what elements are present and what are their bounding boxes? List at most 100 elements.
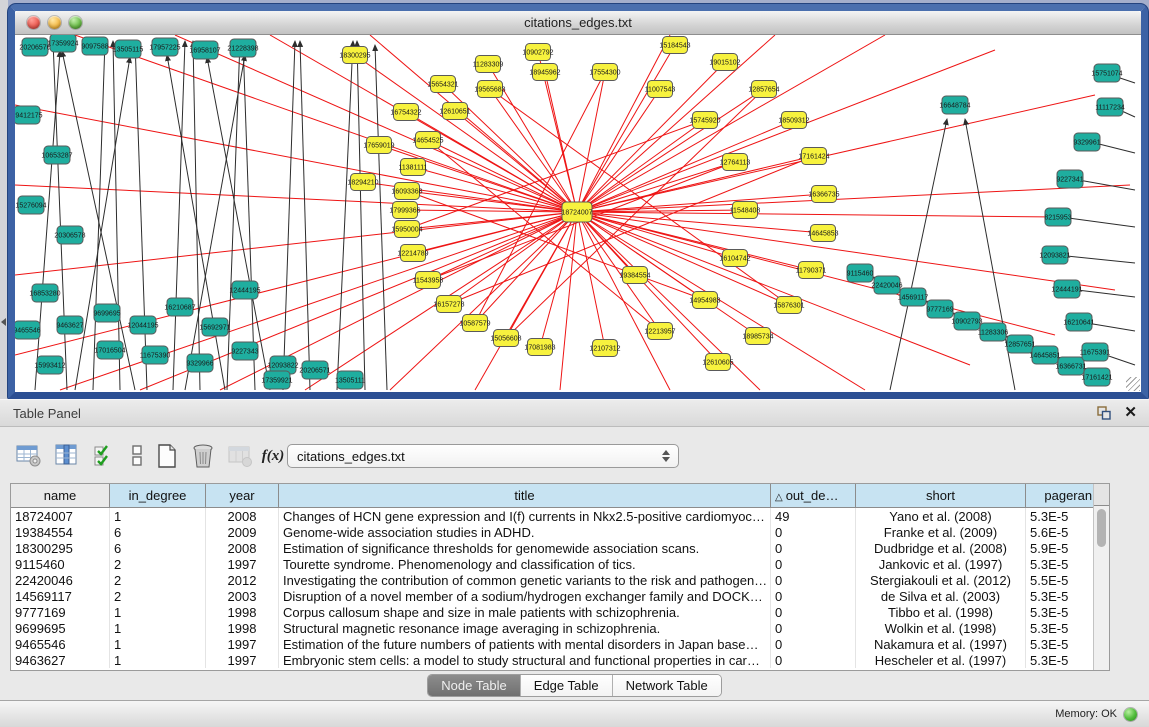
graph-node-paper[interactable]: 16210687 [164, 298, 195, 316]
table-cell[interactable]: 0 [771, 572, 856, 588]
graph-node-hub-paper[interactable]: 18724007 [561, 202, 592, 222]
graph-node-citing-paper[interactable]: 12610605 [702, 354, 733, 371]
graph-node-citing-paper[interactable]: 14645853 [807, 225, 838, 242]
table-cell[interactable]: 9699695 [11, 620, 110, 636]
table-cell[interactable]: Estimation of the future numbers of pati… [279, 636, 771, 652]
graph-node-paper[interactable]: 13505111 [335, 371, 365, 389]
graph-node-citing-paper[interactable]: 16157278 [433, 296, 464, 313]
graph-node-citing-paper[interactable]: 12764113 [720, 154, 751, 171]
graph-node-citing-paper[interactable]: 12857654 [748, 81, 779, 98]
table-row[interactable]: 1456911722003Disruption of a novel membe… [11, 588, 1110, 604]
table-cell[interactable]: 2003 [206, 588, 279, 604]
column-header-name[interactable]: name [11, 484, 110, 508]
table-cell[interactable]: 0 [771, 588, 856, 604]
table-cell[interactable]: 14569117 [11, 588, 110, 604]
graph-node-citing-paper[interactable]: 15056608 [490, 330, 521, 347]
table-cell[interactable]: 1 [110, 652, 206, 668]
table-cell[interactable]: Nakamura et al. (1997) [856, 636, 1026, 652]
panel-collapse-arrow-icon[interactable] [1, 318, 6, 326]
graph-node-citing-paper[interactable]: 15654321 [427, 76, 458, 93]
graph-node-paper[interactable]: 21228398 [227, 39, 258, 57]
table-row[interactable]: 1872400712008Changes of HCN gene express… [11, 508, 1110, 525]
table-cell[interactable]: Tibbo et al. (1998) [856, 604, 1026, 620]
table-cell[interactable]: 2008 [206, 540, 279, 556]
graph-node-citing-paper[interactable]: 11283309 [473, 56, 504, 73]
table-cell[interactable]: Yano et al. (2008) [856, 508, 1026, 525]
graph-node-paper[interactable]: 11675390 [140, 346, 171, 364]
graph-node-citing-paper[interactable]: 19015102 [709, 54, 740, 71]
table-cell[interactable]: 2009 [206, 524, 279, 540]
graph-node-citing-paper[interactable]: 15184543 [659, 37, 690, 54]
table-cell[interactable]: 6 [110, 524, 206, 540]
select-columns-icon[interactable] [90, 441, 120, 471]
table-cell[interactable]: 1 [110, 604, 206, 620]
graph-node-citing-paper[interactable]: 15950004 [391, 221, 422, 238]
float-panel-icon[interactable] [1097, 406, 1111, 420]
table-row[interactable]: 1938455462009Genome-wide association stu… [11, 524, 1110, 540]
table-cell[interactable]: 6 [110, 540, 206, 556]
graph-node-citing-paper[interactable]: 11790371 [796, 262, 827, 279]
table-row[interactable]: 969969511998Structural magnetic resonanc… [11, 620, 1110, 636]
tab-network-table[interactable]: Network Table [613, 675, 721, 696]
table-cell[interactable]: 1 [110, 636, 206, 652]
table-cell[interactable]: Hescheler et al. (1997) [856, 652, 1026, 668]
table-cell[interactable]: 9463627 [11, 652, 110, 668]
graph-node-paper[interactable]: 9463627 [56, 316, 83, 334]
graph-node-paper[interactable]: 16853280 [29, 284, 60, 302]
graph-node-paper[interactable]: 16366731 [1055, 357, 1086, 375]
scrollbar-thumb[interactable] [1097, 509, 1106, 547]
graph-node-citing-paper[interactable]: 16093368 [391, 183, 422, 200]
graph-node-citing-paper[interactable]: 12610651 [439, 103, 470, 120]
table-cell[interactable]: Corpus callosum shape and size in male p… [279, 604, 771, 620]
table-cell[interactable]: 0 [771, 652, 856, 668]
graph-node-paper[interactable]: 14645851 [1029, 346, 1060, 364]
column-header-title[interactable]: title [279, 484, 771, 508]
graph-node-paper[interactable]: 20306578 [54, 226, 85, 244]
graph-node-paper[interactable]: 12444191 [1051, 280, 1082, 298]
graph-node-citing-paper[interactable]: 18945962 [529, 64, 560, 81]
graph-node-citing-paper[interactable]: 16754322 [390, 104, 421, 121]
graph-node-paper[interactable]: 13505115 [113, 40, 144, 58]
graph-node-paper[interactable]: 15993412 [34, 356, 65, 374]
table-cell[interactable]: Disruption of a novel member of a sodium… [279, 588, 771, 604]
graph-node-paper[interactable]: 17359924 [47, 35, 78, 52]
graph-node-citing-paper[interactable]: 16104742 [719, 250, 750, 267]
graph-node-paper[interactable]: 12044195 [127, 316, 158, 334]
table-cell[interactable]: 1998 [206, 620, 279, 636]
graph-node-citing-paper[interactable]: 15745920 [689, 112, 720, 129]
graph-node-citing-paper[interactable]: 17999366 [389, 202, 420, 219]
memory-status-indicator-icon[interactable] [1124, 708, 1137, 721]
table-cell[interactable]: 0 [771, 556, 856, 572]
graph-node-paper[interactable]: 9115460 [847, 264, 874, 282]
graph-node-paper[interactable]: 16210641 [1063, 313, 1094, 331]
graph-node-citing-paper[interactable]: 17081983 [524, 339, 555, 356]
graph-node-paper[interactable]: 9777169 [926, 300, 953, 318]
table-cell[interactable]: Estimation of significance thresholds fo… [279, 540, 771, 556]
graph-node-paper[interactable]: 9329961 [1073, 133, 1100, 151]
graph-node-paper[interactable]: 10902793 [951, 312, 982, 330]
graph-node-paper[interactable]: 16648784 [939, 96, 970, 114]
new-column-icon[interactable] [152, 441, 182, 471]
table-cell[interactable]: 0 [771, 620, 856, 636]
graph-node-paper[interactable]: 15692971 [199, 318, 230, 336]
table-cell[interactable]: 2012 [206, 572, 279, 588]
graph-node-paper[interactable]: 19412175 [15, 106, 43, 124]
tab-node-table[interactable]: Node Table [428, 675, 521, 696]
close-panel-icon[interactable]: ✕ [1124, 406, 1137, 420]
graph-node-citing-paper[interactable]: 12213957 [644, 323, 675, 340]
window-resize-grip[interactable] [1126, 377, 1140, 391]
table-cell[interactable]: 49 [771, 508, 856, 525]
graph-node-citing-paper[interactable]: 17659019 [363, 137, 394, 154]
table-selector-dropdown[interactable]: citations_edges.txt [287, 444, 679, 468]
table-cell[interactable]: Genome-wide association studies in ADHD. [279, 524, 771, 540]
table-cell[interactable]: 1 [110, 508, 206, 525]
graph-node-citing-paper[interactable]: 12214789 [397, 245, 428, 262]
table-cell[interactable]: Changes of HCN gene expression and I(f) … [279, 508, 771, 525]
graph-node-citing-paper[interactable]: 10902792 [522, 44, 553, 61]
table-row[interactable]: 946554611997Estimation of the future num… [11, 636, 1110, 652]
function-builder-icon[interactable]: f(x) [258, 441, 288, 471]
delete-table-icon[interactable] [226, 441, 256, 471]
table-cell[interactable]: 0 [771, 636, 856, 652]
table-cell[interactable]: Dudbridge et al. (2008) [856, 540, 1026, 556]
graph-node-paper[interactable]: 11117234 [1095, 98, 1125, 116]
